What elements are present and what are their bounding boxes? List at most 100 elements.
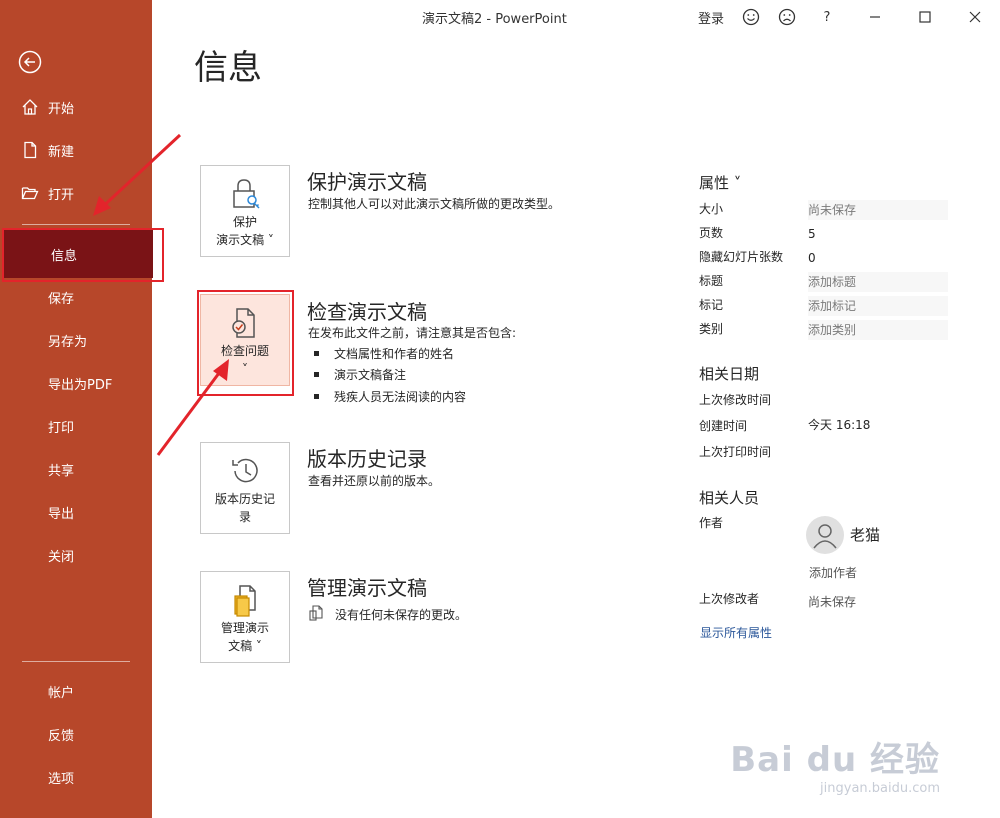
list-item: 残疾人员无法阅读的内容 <box>314 388 466 405</box>
date-key-modified: 上次修改时间 <box>699 393 772 407</box>
section-title-inspect: 检查演示文稿 <box>307 300 427 324</box>
watermark-brand: Bai du 经验 <box>730 740 940 780</box>
nav-open[interactable]: 打开 <box>0 175 152 211</box>
nav-save-as[interactable]: 另存为 <box>0 322 152 358</box>
tile-label: 管理演示 <box>220 621 269 635</box>
nav-share-label: 共享 <box>48 463 75 479</box>
list-item: 文档属性和作者的姓名 <box>314 345 454 362</box>
prop-value-size: 尚未保存 <box>808 200 948 220</box>
check-issues-button[interactable]: 检查问题 ˅ <box>200 294 290 386</box>
last-modified-by-key: 上次修改者 <box>699 592 760 606</box>
author-key: 作者 <box>699 516 724 530</box>
related-dates-header: 相关日期 <box>699 365 760 383</box>
title-bar: 演示文稿2 - PowerPoint 登录 ? <box>152 0 1000 34</box>
version-history-button[interactable]: 版本历史记 录 <box>200 442 290 534</box>
section-desc-inspect: 在发布此文件之前，请注意其是否包含: <box>308 326 517 340</box>
smile-icon <box>742 8 760 26</box>
nav-export-label: 导出 <box>48 506 75 522</box>
sidebar-divider <box>22 661 130 662</box>
document-small-icon <box>309 605 323 621</box>
nav-home-label: 开始 <box>48 101 75 117</box>
nav-share[interactable]: 共享 <box>0 451 152 487</box>
maximize-icon <box>919 11 931 23</box>
help-button[interactable]: ? <box>820 6 834 28</box>
nav-print[interactable]: 打印 <box>0 408 152 444</box>
manage-presentation-button[interactable]: 管理演示 文稿 ˅ <box>200 571 290 663</box>
nav-export-pdf[interactable]: 导出为PDF <box>0 365 152 401</box>
back-button[interactable] <box>18 50 42 74</box>
nav-feedback[interactable]: 反馈 <box>0 716 152 752</box>
signin-button[interactable]: 登录 <box>698 6 724 28</box>
prop-key-title: 标题 <box>699 274 724 288</box>
nav-open-label: 打开 <box>48 187 75 203</box>
nav-new-label: 新建 <box>48 144 75 160</box>
watermark-url: jingyan.baidu.com <box>820 781 940 796</box>
frown-feedback-button[interactable] <box>776 6 798 28</box>
prop-key-tags: 标记 <box>699 298 724 312</box>
prop-key-pages: 页数 <box>699 226 724 240</box>
nav-account[interactable]: 帐户 <box>0 673 152 709</box>
frown-icon <box>778 8 796 26</box>
prop-key-category: 类别 <box>699 322 724 336</box>
protect-presentation-button[interactable]: 保护 演示文稿 ˅ <box>200 165 290 257</box>
nav-home[interactable]: 开始 <box>0 89 152 125</box>
document-check-icon <box>232 308 255 338</box>
tile-label: 保护 <box>232 215 257 229</box>
tile-label: 检查问题 <box>220 344 269 358</box>
nav-close-label: 关闭 <box>48 549 75 565</box>
maximize-button[interactable] <box>914 6 936 28</box>
minimize-button[interactable] <box>864 6 886 28</box>
nav-new[interactable]: 新建 <box>0 132 152 168</box>
nav-feedback-label: 反馈 <box>48 728 75 744</box>
section-title-manage: 管理演示文稿 <box>307 576 427 600</box>
nav-save[interactable]: 保存 <box>0 279 152 315</box>
nav-options[interactable]: 选项 <box>0 759 152 795</box>
tile-label: 版本历史记 <box>214 492 275 506</box>
home-icon <box>20 97 40 117</box>
nav-info[interactable]: 信息 <box>3 230 153 278</box>
prop-key-size: 大小 <box>699 202 724 216</box>
section-title-version: 版本历史记录 <box>307 447 427 471</box>
last-modified-by-value: 尚未保存 <box>808 595 857 609</box>
nav-account-label: 帐户 <box>48 685 75 701</box>
section-title-protect: 保护演示文稿 <box>307 170 427 194</box>
avatar <box>806 516 844 554</box>
date-key-printed: 上次打印时间 <box>699 445 772 459</box>
section-desc-version: 查看并还原以前的版本。 <box>308 474 441 488</box>
watermark: Bai du 经验 jingyan.baidu.com <box>730 732 940 796</box>
nav-print-label: 打印 <box>48 420 75 436</box>
nav-export[interactable]: 导出 <box>0 494 152 530</box>
nav-options-label: 选项 <box>48 771 75 787</box>
close-button[interactable] <box>964 6 986 28</box>
tile-label: 演示文稿 ˅ <box>216 233 274 247</box>
tile-label: ˅ <box>242 362 248 376</box>
person-icon <box>813 524 837 549</box>
nav-export-pdf-label: 导出为PDF <box>48 377 113 393</box>
prop-key-hidden-slides: 隐藏幻灯片张数 <box>699 250 784 264</box>
section-desc-protect: 控制其他人可以对此演示文稿所做的更改类型。 <box>308 197 561 211</box>
category-field[interactable]: 添加类别 <box>808 320 948 340</box>
properties-header-button[interactable]: 属性 ˅ <box>699 172 741 193</box>
date-key-created: 创建时间 <box>699 419 748 433</box>
add-author-link[interactable]: 添加作者 <box>809 564 857 581</box>
manage-document-icon <box>234 585 256 617</box>
related-people-header: 相关人员 <box>699 489 760 507</box>
tile-label: 录 <box>238 510 251 524</box>
close-icon <box>969 11 981 23</box>
tags-field[interactable]: 添加标记 <box>808 296 948 316</box>
sidebar-divider <box>22 224 130 225</box>
section-desc-manage: 没有任何未保存的更改。 <box>335 608 468 622</box>
list-item: 演示文稿备注 <box>314 366 406 383</box>
title-field[interactable]: 添加标题 <box>808 272 948 292</box>
date-value-created: 今天 16:18 <box>808 418 871 432</box>
backstage-sidebar: 开始 新建 打开 信息 保存 另存为 导出为PDF 打印 共享 导出 关闭 帐户 <box>0 0 153 818</box>
lock-key-icon <box>233 179 260 209</box>
nav-save-label: 保存 <box>48 291 75 307</box>
folder-open-icon <box>20 183 40 203</box>
smile-feedback-button[interactable] <box>740 6 762 28</box>
nav-close[interactable]: 关闭 <box>0 537 152 573</box>
show-all-properties-link[interactable]: 显示所有属性 <box>700 624 772 641</box>
tile-label: 文稿 ˅ <box>228 639 262 653</box>
window-title: 演示文稿2 - PowerPoint <box>422 12 567 27</box>
prop-value-hidden-slides: 0 <box>808 251 816 265</box>
